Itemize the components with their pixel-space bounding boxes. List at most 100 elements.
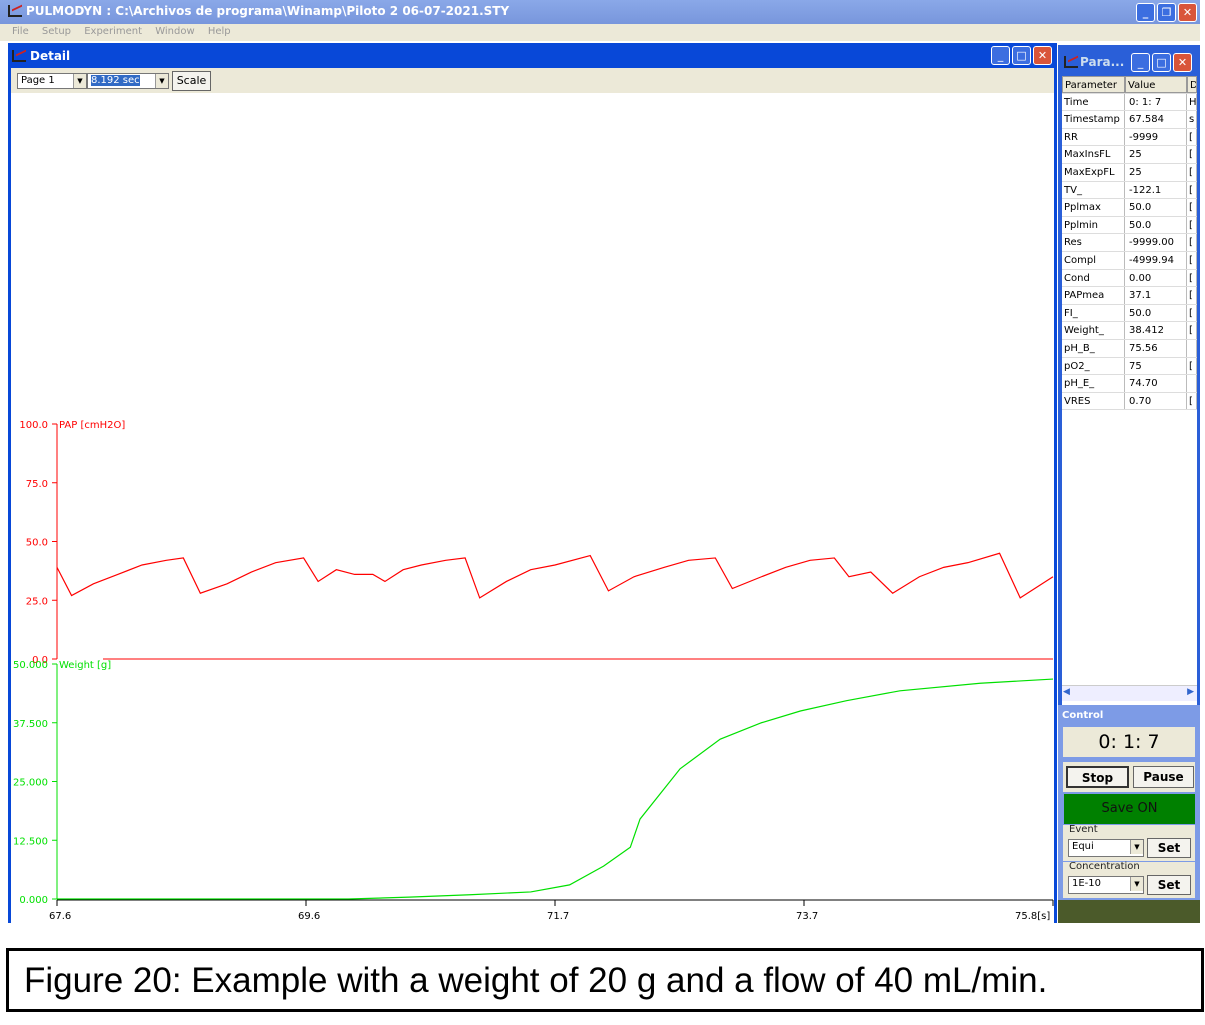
table-row[interactable]: pH_B_ 75.56 [1062,339,1197,358]
elapsed-clock: 0: 1: 7 [1063,727,1195,757]
param-value: 75.56 [1125,339,1187,357]
minimize-button[interactable]: _ [1136,3,1155,22]
param-icon [1064,56,1078,68]
header-parameter[interactable]: Parameter [1062,76,1125,93]
chevron-down-icon[interactable]: ▼ [73,74,86,88]
table-row[interactable]: Compl -4999.94[ [1062,251,1197,270]
series-line-1 [57,678,1054,900]
scroll-left-icon[interactable]: ◀ [1063,687,1070,697]
param-name: Time [1062,93,1125,111]
menu-setup[interactable]: Setup [42,26,71,37]
param-value: 37.1 [1125,287,1187,304]
detail-minimize-button[interactable]: _ [991,46,1010,65]
param-d [1187,339,1197,357]
param-d: [ [1187,392,1197,410]
table-row[interactable]: Cond 0.00[ [1062,269,1197,288]
param-name: Compl [1062,251,1125,269]
table-row[interactable]: Pplmin 50.0[ [1062,216,1197,235]
y-tick-label: 75.0 [26,479,48,490]
table-row[interactable]: TV_ -122.1[ [1062,181,1197,200]
table-row[interactable]: FI_ 50.0[ [1062,304,1197,323]
table-row[interactable]: MaxExpFL 25[ [1062,163,1197,182]
param-value: 50.0 [1125,216,1187,234]
param-name: pH_E_ [1062,375,1125,392]
table-row[interactable]: VRES 0.70[ [1062,392,1197,411]
series-label: PAP [cmH2O] [59,420,125,431]
detail-title: Detail [30,49,71,63]
detail-maximize-button[interactable]: □ [1012,46,1031,65]
save-status[interactable]: Save ON [1064,794,1195,824]
menu-help[interactable]: Help [208,26,231,37]
table-row[interactable]: MaxInsFL 25[ [1062,146,1197,164]
concentration-set-button[interactable]: Set [1147,875,1191,895]
param-name: FI_ [1062,304,1125,322]
y-tick-label: 25.0 [26,596,48,607]
param-maximize-button[interactable]: □ [1152,53,1171,72]
app-title: PULMODYN : C:\Archivos de programa\Winam… [26,4,510,18]
header-d[interactable]: D [1187,76,1197,93]
param-name: Pplmin [1062,216,1125,234]
param-d: [ [1187,287,1197,304]
scale-button[interactable]: Scale [172,71,211,91]
param-name: Cond [1062,269,1125,287]
chevron-down-icon[interactable]: ▼ [1130,840,1143,854]
restore-button[interactable]: ❐ [1157,3,1176,22]
table-row[interactable]: Time 0: 1: 7H [1062,93,1197,112]
span-value: 8.192 sec [91,75,140,86]
desktop-background [1058,900,1200,923]
table-row[interactable]: Weight_ 38.412[ [1062,322,1197,340]
table-row[interactable]: Timestamp 67.584 s [1062,111,1197,129]
horizontal-scrollbar[interactable]: ◀ ▶ [1062,685,1197,701]
app-icon [8,5,22,17]
table-row[interactable]: Res -9999.00[ [1062,234,1197,252]
param-name: Timestamp [1062,111,1125,128]
run-buttons-panel: Stop Pause [1063,762,1195,792]
param-name: Weight_ [1062,322,1125,339]
chevron-down-icon[interactable]: ▼ [155,74,168,88]
param-minimize-button[interactable]: _ [1131,53,1150,72]
stop-button[interactable]: Stop [1066,766,1129,788]
param-name: TV_ [1062,181,1125,199]
param-name: MaxExpFL [1062,163,1125,181]
x-tick-label: 67.6 [49,911,71,922]
menu-file[interactable]: File [12,26,29,37]
span-select[interactable]: 8.192 sec ▼ [87,73,169,89]
pause-button[interactable]: Pause [1133,766,1194,788]
y-tick-label: 100.0 [19,420,48,431]
table-row[interactable]: pH_E_ 74.70 [1062,375,1197,393]
table-row[interactable]: Pplmax 50.0[ [1062,199,1197,217]
series-line-0 [56,552,1054,599]
concentration-select[interactable]: 1E-10 ▼ [1068,876,1144,894]
param-name: Res [1062,234,1125,251]
event-set-button[interactable]: Set [1147,838,1191,858]
detail-close-button[interactable]: ✕ [1033,46,1052,65]
event-value: Equi [1072,841,1094,852]
param-value: 0.70 [1125,392,1187,410]
header-value[interactable]: Value [1125,76,1187,93]
event-select[interactable]: Equi ▼ [1068,839,1144,857]
param-d: [ [1187,199,1197,216]
param-name: MaxInsFL [1062,146,1125,163]
param-name: pH_B_ [1062,339,1125,357]
scroll-right-icon[interactable]: ▶ [1187,687,1194,697]
figure-caption: Figure 20: Example with a weight of 20 g… [6,948,1204,1012]
close-button[interactable]: ✕ [1178,3,1197,22]
chevron-down-icon[interactable]: ▼ [1130,877,1143,891]
event-group: Event Equi ▼ Set [1063,824,1195,861]
table-header: Parameter Value D [1062,76,1197,94]
chart: 100.075.050.025.00.0PAP [cmH2O]50.00037.… [13,420,1054,922]
menu-window[interactable]: Window [155,26,194,37]
param-value: 25 [1125,163,1187,181]
page-select[interactable]: Page 1 ▼ [17,73,87,89]
param-value: -4999.94 [1125,251,1187,269]
param-value: 67.584 [1125,111,1187,128]
param-close-button[interactable]: ✕ [1173,53,1192,72]
menu-experiment[interactable]: Experiment [84,26,142,37]
table-row[interactable]: pO2_ 75[ [1062,357,1197,376]
y-tick-label: 0.000 [19,895,48,906]
y-tick-label: 25.000 [13,778,48,789]
x-tick-label: 69.6 [298,911,320,922]
param-value: 50.0 [1125,304,1187,322]
table-row[interactable]: PAPmea 37.1[ [1062,287,1197,305]
table-row[interactable]: RR -9999[ [1062,128,1197,147]
